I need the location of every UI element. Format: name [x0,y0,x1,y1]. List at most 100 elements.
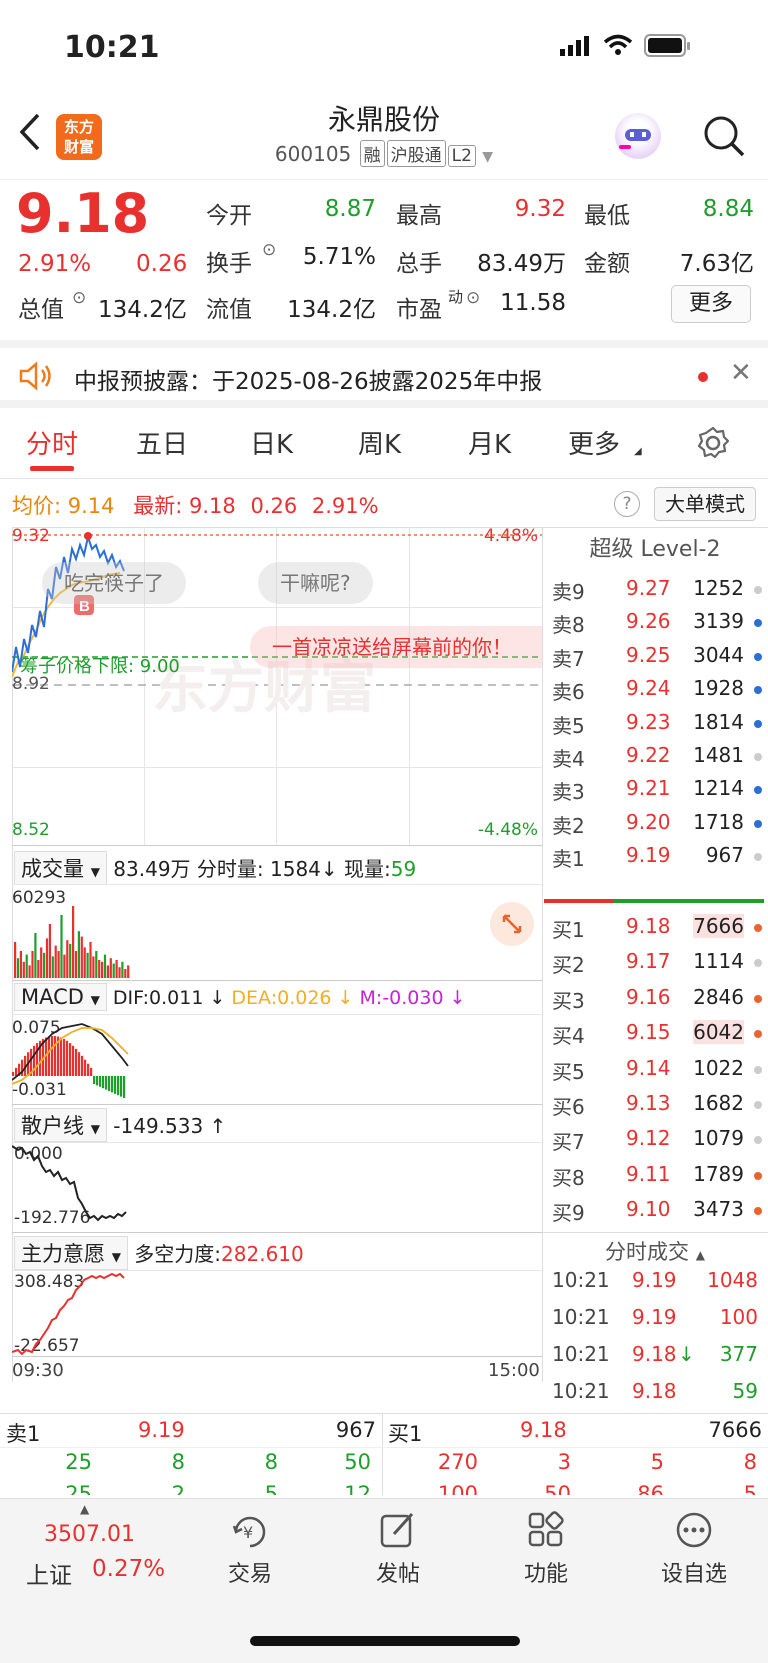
help-icon[interactable]: ? [614,491,640,517]
status-bar: 10:21 [0,0,768,98]
volume-indicator-select[interactable]: 成交量 ▼ [14,851,107,885]
expand-icon[interactable] [490,902,534,946]
tab-intraday[interactable]: 分时 [26,424,78,461]
main-force-header: 主力意愿 ▼ 多空力度:282.610 [14,1236,304,1270]
trade-row: 10:21 9.19 100 [552,1301,768,1337]
orderbook-row[interactable]: 买4 9.15 6042 [552,1016,768,1050]
pct-bottom-label: -4.48% [477,820,538,840]
volume-chart [14,906,130,978]
search-icon[interactable] [702,114,746,158]
nav-post[interactable]: 发帖 [348,1556,448,1588]
unread-dot [698,372,708,382]
orderbook-row[interactable]: 买8 9.11 1789 [552,1158,768,1192]
orderbook-row[interactable]: 卖7 9.25 3044 [552,639,768,673]
close-icon[interactable]: ✕ [730,358,752,388]
tag-connect: 沪股通 [386,140,446,167]
bottom-ask-vol: 967 [335,1418,376,1442]
big-order-mode-button[interactable]: 大单模式 [654,487,756,521]
chg-small: 0.26 [250,494,298,518]
high-label: 最高 [396,203,442,229]
orderbook-row[interactable]: 卖5 9.23 1814 [552,706,768,740]
level-label: 买4 [552,1024,585,1049]
trend-dot [754,652,762,661]
orderbook-row[interactable]: 买9 9.10 3473 [552,1193,768,1227]
trade-volume: 1048 [707,1268,758,1292]
orderbook-row[interactable]: 买7 9.12 1079 [552,1122,768,1156]
index-name[interactable]: 上证 [26,1556,72,1590]
macd-bar [120,1076,123,1097]
level-price: 9.24 [626,676,671,701]
volume-bar [54,945,57,978]
nav-function[interactable]: 功能 [496,1556,596,1588]
trend-dot [754,819,762,828]
orderbook-row[interactable]: 卖8 9.26 3139 [552,605,768,639]
main-force-indicator-select[interactable]: 主力意愿 ▼ [14,1236,128,1270]
trades-header[interactable]: 分时成交 ▲ [542,1236,768,1266]
orderbook-row[interactable]: 卖9 9.27 1252 [552,572,768,606]
level-price: 9.23 [626,709,671,734]
level-volume: 1079 [693,1126,744,1151]
orderbook-row[interactable]: 卖4 9.22 1481 [552,739,768,773]
last-price-small: 9.18 [188,494,236,518]
level-label: 买9 [552,1201,585,1226]
index-pct[interactable]: 0.27% [92,1556,165,1582]
orderbook-row[interactable]: 卖3 9.21 1214 [552,772,768,806]
info-icon[interactable]: ⊙ [262,240,276,260]
force-label: 多空力度: [134,1242,222,1266]
orderbook-title[interactable]: 超级 Level-2 [542,531,768,563]
orderbook-row[interactable]: 买6 9.13 1682 [552,1087,768,1121]
level-volume: 1718 [693,809,744,834]
orderbook-row[interactable]: 买5 9.14 1022 [552,1052,768,1086]
nav-watchlist[interactable]: 设自选 [644,1556,744,1588]
orderbook-row[interactable]: 卖1 9.19 967 [552,839,768,873]
post-icon[interactable] [378,1510,418,1550]
level-volume: 1682 [693,1091,744,1115]
trade-icon[interactable]: ¥ [230,1512,270,1552]
level-label: 卖8 [552,613,585,638]
function-icon[interactable] [526,1510,566,1550]
index-value[interactable]: 3507.01 [44,1522,135,1547]
orderbook-row[interactable]: 买3 9.16 2846 [552,981,768,1015]
last-price: 9.18 [16,182,150,245]
level-label: 卖2 [552,813,585,838]
orderbook-row[interactable]: 卖2 9.20 1718 [552,806,768,840]
notice-bar[interactable]: 中报预披露：于2025-08-26披露2025年中报 ✕ [0,340,768,408]
tab-five-day[interactable]: 五日 [136,424,188,461]
more-dots-icon[interactable] [674,1510,714,1550]
float-value: 134.2亿 [287,297,376,323]
settings-icon[interactable] [696,426,730,460]
orderbook-row[interactable]: 卖6 9.24 1928 [552,672,768,706]
volume-now: 59 [390,857,417,881]
volume-bar [51,956,54,978]
orderbook-row[interactable]: 买1 9.18 7666 [552,910,768,944]
tab-weekly[interactable]: 周K [358,424,401,461]
tab-more[interactable]: 更多 [568,424,620,461]
more-button[interactable]: 更多 [671,285,751,323]
macd-chart [12,1023,129,1098]
macd-bar [12,1072,15,1076]
tab-daily[interactable]: 日K [250,424,293,461]
robot-assistant-icon[interactable] [615,113,661,159]
macd-indicator-select[interactable]: MACD ▼ [14,983,107,1011]
trend-dot [754,1207,762,1216]
info-icon[interactable]: ⊙ [72,288,86,308]
volume-bar [121,961,124,978]
trend-dot [754,1136,762,1145]
tab-monthly[interactable]: 月K [468,424,511,461]
retail-indicator-select[interactable]: 散户线 ▼ [14,1108,107,1142]
bottom-bid-vol: 7666 [708,1418,762,1442]
orderbook-row[interactable]: 买2 9.17 1114 [552,945,768,979]
change-amount: 0.26 [136,251,188,277]
trend-dot [754,686,762,695]
y-bottom-label: 8.52 [12,820,50,840]
tag-level2: L2 [447,145,476,167]
level-price: 9.10 [626,1197,671,1222]
level-label: 买5 [552,1059,585,1084]
limit-line-label: 筹子价格下限: 9.00 [20,656,180,677]
stock-code: 600105 [274,142,352,166]
queue-volume: 5 [650,1450,664,1474]
nav-trade[interactable]: 交易 [200,1556,300,1588]
barrage-message: 一首凉凉送给屏幕前的你！ [250,626,542,668]
trade-time: 10:21 [552,1268,610,1292]
info-icon[interactable]: ⊙ [466,288,480,308]
